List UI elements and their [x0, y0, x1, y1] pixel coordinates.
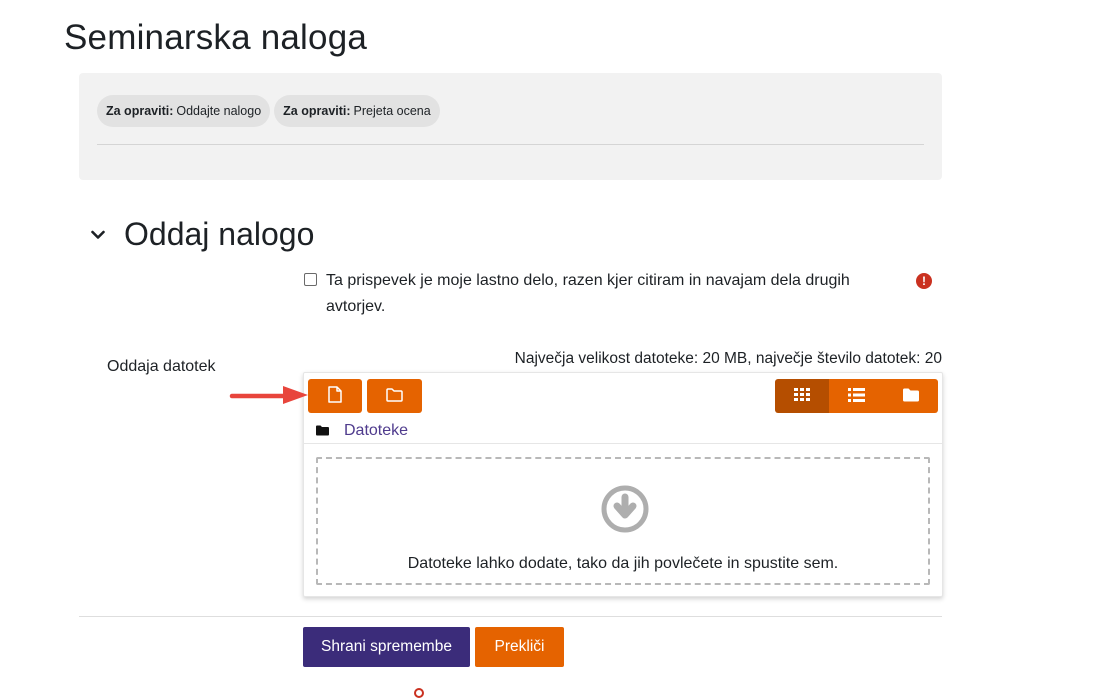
folder-icon: [316, 425, 330, 436]
create-folder-icon: [386, 387, 403, 405]
cut-off-marker-icon: [414, 688, 424, 698]
create-folder-button[interactable]: [367, 379, 422, 413]
todo-badge-label: Za opraviti:: [283, 104, 351, 118]
file-limits-text: Največja velikost datoteke: 20 MB, najve…: [514, 350, 942, 367]
list-view-icon: [847, 387, 865, 405]
download-arrow-icon: [601, 485, 649, 538]
save-changes-button[interactable]: Shrani spremembe: [303, 627, 470, 667]
divider: [97, 144, 924, 145]
dropzone-text: Datoteke lahko dodate, tako da jih povle…: [407, 555, 839, 572]
form-divider: [79, 616, 942, 617]
section-title: Oddaj nalogo: [124, 216, 315, 252]
annotation-arrow-icon: [229, 384, 311, 411]
file-path-bar: Datoteke: [304, 418, 942, 444]
todo-badge-grade: Za opraviti: Prejeta ocena: [274, 95, 440, 127]
file-submission-label: Oddaja datotek: [107, 358, 216, 375]
cancel-button[interactable]: Prekliči: [475, 627, 564, 667]
add-file-icon: [328, 386, 342, 406]
view-mode-switch: [775, 379, 938, 413]
required-icon: !: [916, 273, 932, 289]
todo-badges: Za opraviti: Oddajte nalogo Za opraviti:…: [97, 95, 440, 127]
todo-badge-value: Prejeta ocena: [353, 104, 431, 118]
todo-badge-label: Za opraviti:: [106, 104, 174, 118]
grid-view-button[interactable]: [775, 379, 830, 413]
page-title: Seminarska naloga: [64, 18, 368, 57]
activity-dates-panel: Za opraviti: Oddajte nalogo Za opraviti:…: [79, 73, 942, 180]
originality-label[interactable]: Ta prispevek je moje lastno delo, razen …: [326, 268, 886, 320]
tree-view-button[interactable]: [883, 379, 938, 413]
section-header[interactable]: Oddaj nalogo: [88, 216, 314, 253]
grid-view-icon: [794, 388, 811, 404]
todo-badge-submit: Za opraviti: Oddajte nalogo: [97, 95, 271, 127]
originality-checkbox[interactable]: [304, 273, 317, 286]
todo-badge-value: Oddajte nalogo: [176, 104, 262, 118]
chevron-down-icon[interactable]: [88, 225, 108, 245]
tree-view-icon: [902, 388, 919, 405]
file-manager: Datoteke Datoteke lahko dodate, tako da …: [303, 372, 943, 597]
file-dropzone[interactable]: Datoteke lahko dodate, tako da jih povle…: [316, 457, 930, 585]
add-file-button[interactable]: [308, 379, 362, 413]
path-link-files[interactable]: Datoteke: [344, 422, 408, 440]
list-view-button[interactable]: [829, 379, 884, 413]
